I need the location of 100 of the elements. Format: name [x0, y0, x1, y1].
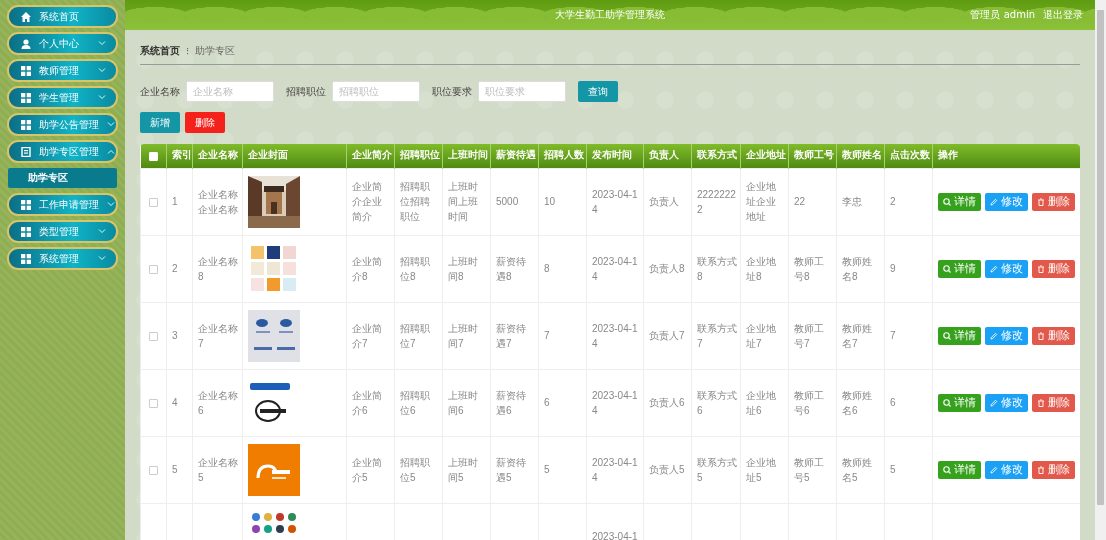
column-header: 联系方式: [691, 144, 741, 168]
column-header: 招聘职位: [394, 144, 443, 168]
table-cell-text: 5: [172, 463, 178, 477]
table-cell-text: 教师姓名5: [842, 455, 873, 485]
table-cell-text: 联系方式8: [697, 254, 737, 284]
trash-icon: [1037, 197, 1045, 206]
add-button[interactable]: 新增: [140, 112, 180, 133]
pencil-icon: [990, 465, 998, 474]
trash-icon: [1037, 398, 1045, 407]
table-cell-text: 招聘职位7: [400, 321, 431, 351]
edit-button[interactable]: 修改: [985, 460, 1028, 479]
table-cell-text: 联系方式7: [697, 321, 737, 351]
user-icon: [21, 38, 31, 49]
grid-icon: [21, 253, 31, 264]
sidebar-item[interactable]: 系统首页: [7, 5, 118, 28]
sidebar-item[interactable]: 类型管理: [7, 220, 118, 243]
table-cell-text: 9: [890, 262, 896, 276]
table-cell-text: 上班时间7: [448, 321, 479, 351]
table-cell-text: 上班时间上班时间: [448, 180, 479, 224]
table-cell-text: 教师工号6: [794, 388, 825, 418]
table-cell-text: 企业地址6: [746, 388, 777, 418]
table-cell-text: 企业简介企业简介: [352, 180, 383, 224]
table-cell-text: 教师姓名6: [842, 388, 873, 418]
checkbox[interactable]: [149, 331, 158, 341]
breadcrumb-link[interactable]: 系统首页: [140, 44, 180, 58]
sidebar-item[interactable]: 助学公告管理: [7, 113, 118, 136]
delete-button[interactable]: 删除: [1032, 326, 1075, 345]
delete-button[interactable]: 删除: [1032, 393, 1075, 412]
sidebar-item[interactable]: 助学专区管理: [7, 140, 118, 163]
sidebar-subitem[interactable]: 助学专区: [8, 168, 117, 188]
edit-button[interactable]: 修改: [985, 326, 1028, 345]
search-button[interactable]: 查询: [578, 81, 618, 102]
table-cell-text: 招聘职位6: [400, 388, 431, 418]
pencil-icon: [990, 264, 998, 273]
table-cell-text: 招聘职位8: [400, 254, 431, 284]
table-cell-text: 7: [544, 329, 550, 343]
search-icon: [943, 398, 951, 407]
table-cell-text: 联系方式5: [697, 455, 737, 485]
table-cell-text: 10: [544, 195, 556, 209]
edit-button[interactable]: 修改: [985, 192, 1028, 211]
table-cell-text: 企业简介8: [352, 254, 383, 284]
checkbox[interactable]: [149, 197, 158, 207]
grid-icon: [21, 92, 31, 103]
table-cell-text: 6: [890, 396, 896, 410]
chevron-down-icon: [98, 41, 106, 46]
sidebar-item[interactable]: 系统管理: [7, 247, 118, 270]
delete-button[interactable]: 删除: [1032, 192, 1075, 211]
delete-button[interactable]: 删除: [1032, 460, 1075, 479]
table-cell-text: 5000: [496, 195, 519, 209]
column-header: 教师姓名: [836, 144, 885, 168]
view-button[interactable]: 详情: [938, 326, 981, 345]
logout-link[interactable]: 退出登录: [1043, 8, 1083, 22]
table-cell-text: 企业名称7: [198, 321, 239, 351]
edit-button[interactable]: 修改: [985, 259, 1028, 278]
sidebar-item[interactable]: 教师管理: [7, 59, 118, 82]
table-cell-text: 负责人5: [649, 463, 685, 477]
table-cell-text: 5: [544, 463, 550, 477]
scrollbar-thumb[interactable]: [1097, 10, 1104, 505]
view-button[interactable]: 详情: [938, 393, 981, 412]
table-cell-text: 负责人6: [649, 396, 685, 410]
view-button[interactable]: 详情: [938, 460, 981, 479]
table-cell-text: 负责人7: [649, 329, 685, 343]
chevron-down-icon: [98, 256, 106, 261]
table-cell-text: 企业名称8: [198, 254, 239, 284]
table-cell-text: 2023-04-14: [592, 254, 639, 284]
column-header: 点击次数: [884, 144, 933, 168]
column-header: 教师工号: [788, 144, 837, 168]
input-field[interactable]: 企业名称: [186, 81, 274, 102]
trash-icon: [1037, 331, 1045, 340]
view-button[interactable]: 详情: [938, 192, 981, 211]
chevron-down-icon: [107, 202, 115, 207]
table-cell-text: 企业简介7: [352, 321, 383, 351]
home-icon: [21, 11, 31, 22]
table-cell-text: 2: [890, 195, 896, 209]
grid-icon: [21, 226, 31, 237]
delete-button[interactable]: 删除: [1032, 259, 1075, 278]
table-cell-text: 企业地址5: [746, 455, 777, 485]
column-header: 索引: [166, 144, 193, 168]
sidebar-item[interactable]: 个人中心: [7, 32, 118, 55]
checkbox[interactable]: [149, 264, 158, 274]
table-cell-text: 招聘职位5: [400, 455, 431, 485]
sidebar-item[interactable]: 学生管理: [7, 86, 118, 109]
sidebar-item[interactable]: 工作申请管理: [7, 193, 118, 216]
delete-button[interactable]: 删除: [185, 112, 225, 133]
column-header: 招聘人数: [538, 144, 587, 168]
field-label: 企业名称: [140, 84, 180, 99]
column-header: 薪资待遇: [490, 144, 539, 168]
view-button[interactable]: 详情: [938, 259, 981, 278]
table-cell-text: 上班时间5: [448, 455, 479, 485]
column-header: 负责人: [643, 144, 692, 168]
table-cell-text: 2023-04-14: [592, 388, 639, 418]
edit-button[interactable]: 修改: [985, 393, 1028, 412]
table-cell-text: 企业名称企业名称: [198, 187, 239, 217]
checkbox[interactable]: [149, 465, 158, 475]
search-icon: [943, 264, 951, 273]
column-header: 操作: [932, 144, 1080, 168]
search-icon: [943, 331, 951, 340]
table-cell-text: 负责人: [649, 195, 679, 209]
checkbox[interactable]: [149, 398, 158, 408]
chevron-up-icon: [107, 149, 115, 154]
